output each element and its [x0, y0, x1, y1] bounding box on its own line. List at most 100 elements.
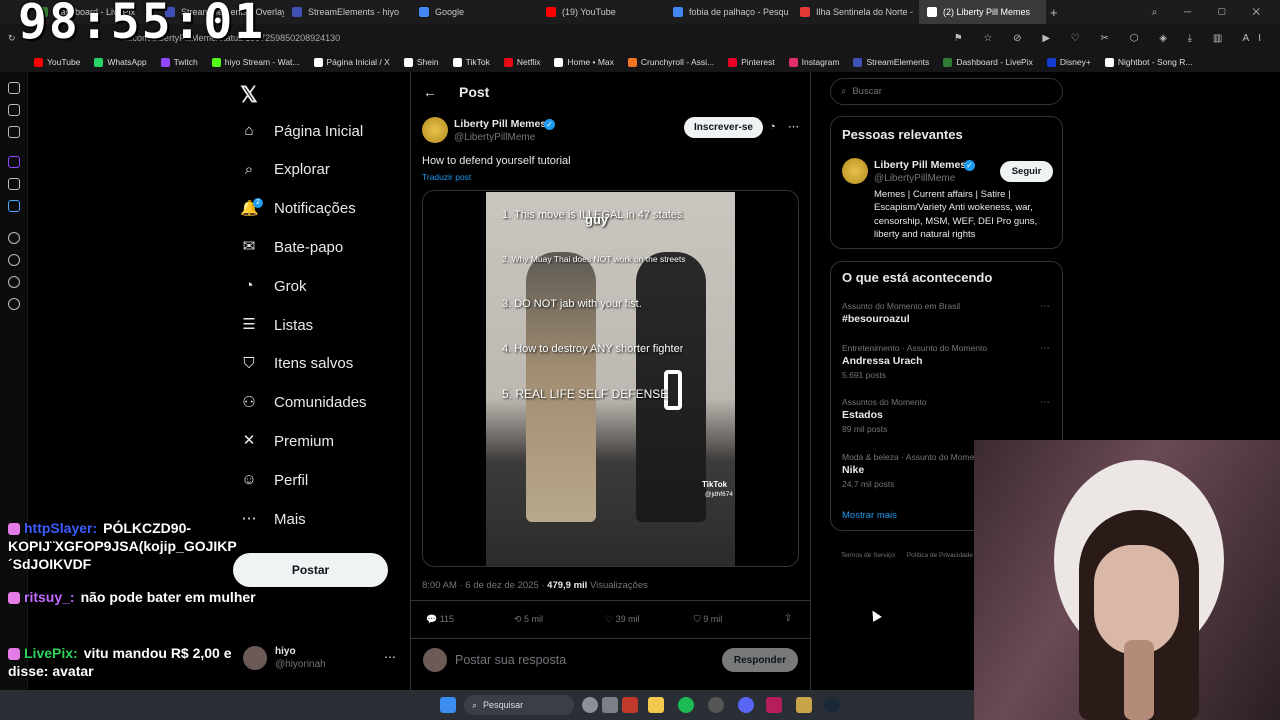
- back-arrow-icon[interactable]: ←: [423, 84, 437, 100]
- sidebar-icon-2[interactable]: [8, 104, 20, 116]
- browser-tab[interactable]: (19) YouTube: [538, 0, 665, 24]
- nav-item[interactable]: ✉ Bate-papo: [240, 238, 344, 256]
- taskbar-app-icon[interactable]: [796, 697, 812, 713]
- browser-tab[interactable]: (2) Liberty Pill Memes: [919, 0, 1046, 24]
- browser-tab[interactable]: fobia de palhaço - Pesqu: [665, 0, 792, 24]
- bookmark-item[interactable]: Nightbot - Song R...: [1104, 57, 1192, 67]
- nav-item[interactable]: ⛉ Itens salvos: [240, 355, 353, 373]
- trend-more-icon[interactable]: ⋯: [1040, 343, 1050, 354]
- author-avatar[interactable]: [422, 117, 448, 143]
- account-more-icon[interactable]: ⋯: [384, 650, 396, 664]
- discord-icon[interactable]: [738, 697, 754, 713]
- bookmark-icon: [160, 57, 170, 67]
- bookmark-item[interactable]: WhatsApp: [94, 57, 147, 67]
- bookmark-item[interactable]: Netflix: [503, 57, 540, 67]
- taskbar-app-icon[interactable]: [708, 697, 724, 713]
- extension-icons[interactable]: ⚑ ☆ ⊘ ▶ ♡ ✂ ⬡ ◈ ⤓ ▥ AI: [954, 33, 1270, 44]
- nav-item[interactable]: ⌂ Página Inicial: [240, 122, 363, 140]
- home-icon: ⌂: [244, 122, 254, 139]
- author-name[interactable]: Liberty Pill Memes: [454, 118, 546, 130]
- new-tab-icon[interactable]: +: [1050, 5, 1058, 20]
- bookmark-item[interactable]: TikTok: [452, 57, 490, 67]
- nav-item[interactable]: ☰ Listas: [240, 316, 313, 334]
- taskbar-app-icon[interactable]: [622, 697, 638, 713]
- nav-label: Explorar: [274, 161, 330, 179]
- browser-tab[interactable]: StreamElements - hiyo: [284, 0, 411, 24]
- sidebar-icon-9[interactable]: [8, 276, 20, 288]
- person-avatar[interactable]: [842, 158, 868, 184]
- bookmark-item[interactable]: Home • Max: [554, 57, 614, 67]
- sidebar-icon-1[interactable]: [8, 82, 20, 94]
- spotify-icon[interactable]: [678, 697, 694, 713]
- reply-button[interactable]: Responder: [722, 648, 798, 672]
- taskbar-app-icon[interactable]: [766, 697, 782, 713]
- x-sidebar-icon[interactable]: [8, 178, 20, 190]
- sidebar-icon-8[interactable]: [8, 254, 20, 266]
- bookmark-item[interactable]: Shein: [403, 57, 439, 67]
- nav-item[interactable]: ⌕ Explorar: [240, 161, 330, 179]
- show-more-link[interactable]: Mostrar mais: [842, 510, 897, 521]
- bookmark-label: YouTube: [47, 57, 81, 67]
- bookmark-item[interactable]: StreamElements: [853, 57, 929, 67]
- bookmark-icon: [853, 57, 863, 67]
- nav-item[interactable]: ✕ Premium: [240, 432, 334, 450]
- translate-link[interactable]: Traduzir post: [422, 172, 471, 182]
- bookmark-item[interactable]: Disney+: [1046, 57, 1091, 67]
- bookmark-label: Página Inicial / X: [326, 57, 390, 67]
- window-controls[interactable]: ⌕ ─ ▢ ✕: [1152, 7, 1272, 18]
- browser-tab[interactable]: Ilha Sentinela do Norte -: [792, 0, 919, 24]
- reply-input[interactable]: Postar sua resposta: [455, 653, 566, 667]
- bookmark-icon: ⛉: [243, 354, 255, 372]
- trends-title: O que está acontecendo: [842, 270, 993, 285]
- sidebar-icon-7[interactable]: [8, 232, 20, 244]
- trend-more-icon[interactable]: ⋯: [1040, 301, 1050, 312]
- page-title: Post: [459, 84, 490, 100]
- trend-item[interactable]: Entretenimento · Assunto do Momento Andre…: [842, 343, 1052, 380]
- account-name[interactable]: hiyo: [275, 646, 296, 657]
- translate-icon[interactable]: [8, 200, 20, 212]
- nav-item[interactable]: ◔ Grok: [240, 277, 306, 295]
- trend-more-icon[interactable]: ⋯: [1040, 397, 1050, 408]
- nav-item[interactable]: ☺ Perfil: [240, 471, 308, 489]
- bookmark-item[interactable]: YouTube: [34, 57, 80, 67]
- bookmark-item[interactable]: Pinterest: [728, 57, 775, 67]
- trend-item[interactable]: Assunto do Momento em Brasil #besouroazul…: [842, 301, 1052, 325]
- nav-item[interactable]: ⚇ Comunidades: [240, 394, 366, 412]
- trend-item[interactable]: Assuntos do Momento Estados 89 mil posts ⋯: [842, 397, 1052, 434]
- subscribe-button[interactable]: Inscrever-se: [684, 117, 763, 138]
- nav-label: Bate-papo: [274, 238, 344, 256]
- taskbar-app-icon[interactable]: [602, 697, 618, 713]
- footer-link[interactable]: Política de Privacidade: [907, 552, 973, 559]
- bookmark-item[interactable]: hiyo Stream - Wat...: [211, 57, 300, 67]
- taskbar-search[interactable]: ⌕ Pesquisar: [464, 695, 574, 715]
- person-icon: ☺: [241, 471, 257, 489]
- grok-post-icon[interactable]: ◔: [769, 121, 776, 133]
- bookmark-item[interactable]: Dashboard - LivePix: [943, 57, 1033, 67]
- bookmark-item[interactable]: Crunchyroll - Assi...: [627, 57, 714, 67]
- video-frame[interactable]: [486, 192, 735, 566]
- like-action[interactable]: ♡ 39 mil: [605, 614, 640, 625]
- follow-button[interactable]: Seguir: [1000, 161, 1053, 182]
- bookmark-action[interactable]: ⛉ 9 mil: [694, 614, 722, 625]
- bookmark-item[interactable]: Página Inicial / X: [313, 57, 390, 67]
- bookmark-item[interactable]: Instagram: [788, 57, 839, 67]
- repost-action[interactable]: ⟲ 5 mil: [514, 614, 543, 625]
- reply-action[interactable]: 💬 115: [426, 614, 454, 625]
- post-more-icon[interactable]: ⋯: [788, 120, 799, 133]
- nav-label: Página Inicial: [274, 122, 364, 140]
- taskbar-app-icon[interactable]: [582, 697, 598, 713]
- bookmark-item[interactable]: Twitch: [160, 57, 198, 67]
- person-name[interactable]: Liberty Pill Memes: [874, 159, 966, 171]
- browser-tab[interactable]: Google: [411, 0, 538, 24]
- search-input[interactable]: ⌕ Buscar: [830, 78, 1063, 105]
- share-icon[interactable]: ⇪: [784, 613, 792, 624]
- sidebar-icon-3[interactable]: [8, 126, 20, 138]
- steam-icon[interactable]: [824, 697, 840, 713]
- file-explorer-icon[interactable]: [648, 697, 664, 713]
- footer-link[interactable]: Termos de Serviço: [841, 552, 895, 559]
- windows-start-icon[interactable]: [440, 697, 456, 713]
- twitch-icon[interactable]: [8, 156, 20, 168]
- x-logo-icon[interactable]: 𝕏: [240, 82, 258, 108]
- reload-icon[interactable]: ↻: [8, 33, 16, 44]
- settings-icon[interactable]: [8, 298, 20, 310]
